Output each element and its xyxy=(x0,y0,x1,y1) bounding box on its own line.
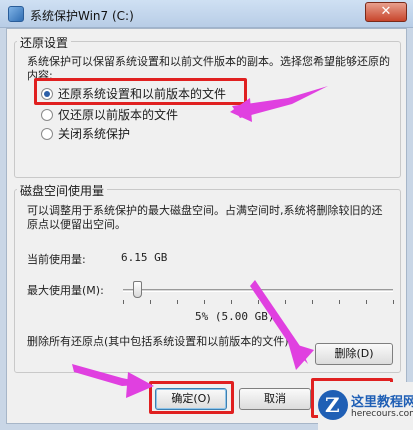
watermark-url: herecours.com xyxy=(351,409,413,419)
watermark-logo-icon xyxy=(318,390,348,420)
arrow-to-apply-head xyxy=(288,342,314,370)
annotation-arrows xyxy=(72,86,328,398)
arrow-to-restore-all-head xyxy=(230,98,252,122)
watermark-name: 这里教程网 xyxy=(351,395,413,410)
watermark: 这里教程网 herecours.com xyxy=(318,382,413,430)
arrow-to-ok-head xyxy=(126,372,154,398)
